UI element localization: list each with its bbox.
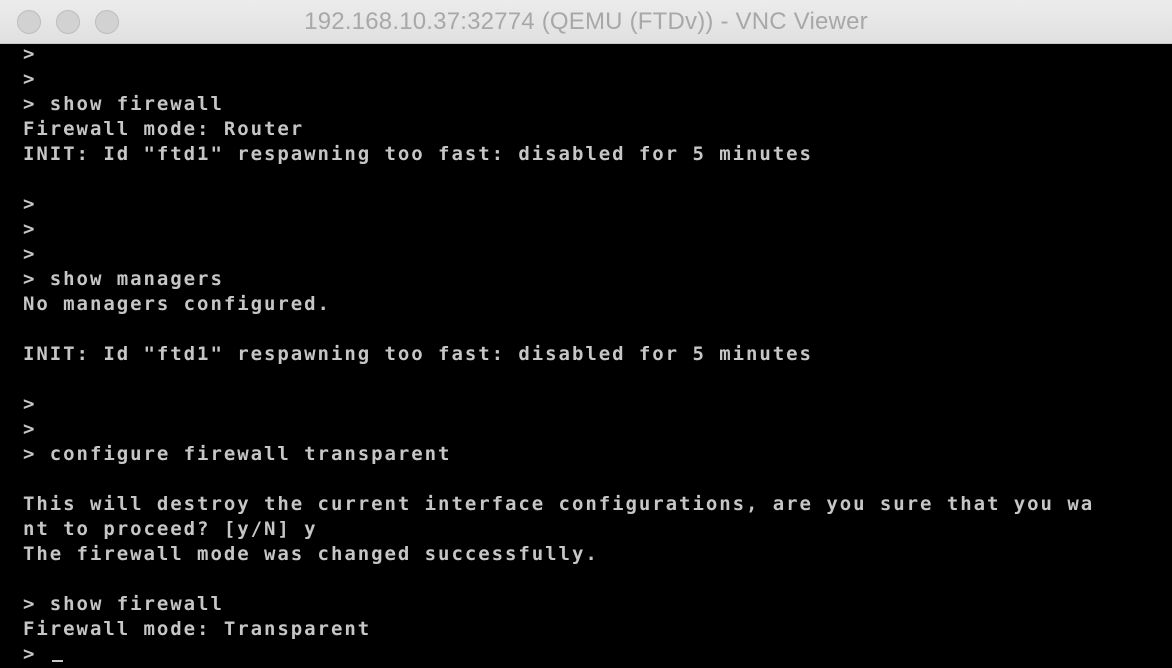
- command-prompt: >: [23, 643, 50, 665]
- terminal-line: The firewall mode was changed successful…: [23, 543, 599, 565]
- terminal-line: >: [23, 243, 37, 265]
- terminal-line: > configure firewall transparent: [23, 443, 452, 465]
- terminal-line: nt to proceed? [y/N] y: [23, 518, 318, 540]
- terminal-output: > > > show firewall Firewall mode: Route…: [23, 44, 1094, 667]
- terminal-line: No managers configured.: [23, 293, 331, 315]
- terminal-line: > show firewall: [23, 93, 224, 115]
- terminal-line: >: [23, 418, 37, 440]
- command-prompt-line[interactable]: >: [23, 642, 1094, 667]
- terminal-line: Firewall mode: Router: [23, 118, 305, 140]
- terminal-line: This will destroy the current interface …: [23, 493, 1095, 515]
- title-bar[interactable]: 192.168.10.37:32774 (QEMU (FTDv)) - VNC …: [0, 0, 1172, 44]
- terminal-line: INIT: Id "ftd1" respawning too fast: dis…: [23, 343, 813, 365]
- terminal-line: >: [23, 218, 37, 240]
- terminal-line: INIT: Id "ftd1" respawning too fast: dis…: [23, 143, 813, 165]
- terminal-line: > show firewall: [23, 593, 224, 615]
- terminal-console[interactable]: > > > show firewall Firewall mode: Route…: [0, 44, 1172, 668]
- terminal-line: >: [23, 393, 37, 415]
- terminal-line: > show managers: [23, 268, 224, 290]
- terminal-line: Firewall mode: Transparent: [23, 618, 372, 640]
- terminal-line: >: [23, 44, 37, 65]
- text-cursor: [51, 660, 63, 662]
- terminal-line: >: [23, 193, 37, 215]
- window-title: 192.168.10.37:32774 (QEMU (FTDv)) - VNC …: [304, 8, 868, 35]
- vnc-viewer-window: 192.168.10.37:32774 (QEMU (FTDv)) - VNC …: [0, 0, 1172, 668]
- terminal-line: >: [23, 68, 37, 90]
